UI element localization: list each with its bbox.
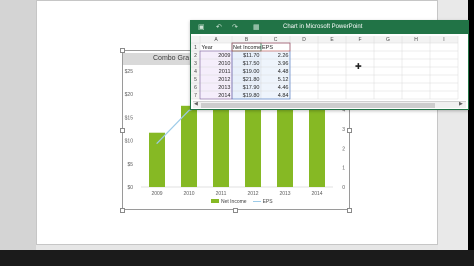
spreadsheet-grid[interactable]: A B C D E F G H I1 Year Net Income EPS2 2009 $11.70 2.…	[191, 36, 468, 101]
cell-A2[interactable]: 2009	[218, 53, 230, 59]
cell-C2[interactable]: 2.26	[278, 53, 289, 59]
legend-entry-net-income: Net Income	[211, 199, 247, 205]
cell-A3[interactable]: 2010	[218, 61, 230, 67]
x-axis-tick-label: 2014	[311, 191, 322, 197]
column-header-F[interactable]: F	[358, 37, 361, 43]
x-axis-tick-label: 2012	[247, 191, 258, 197]
cell-B5[interactable]: $21.80	[243, 77, 260, 83]
x-axis-tick-label: 2009	[151, 191, 162, 197]
cell-C4[interactable]: 4.48	[278, 69, 289, 75]
scroll-left-arrow-icon[interactable]: ◀	[194, 101, 198, 107]
row-header-6[interactable]: 6	[194, 85, 197, 91]
resize-handle-bl[interactable]	[120, 208, 125, 213]
y-axis-tick-label: $25	[125, 69, 134, 75]
y2-axis-tick-label: 3	[342, 127, 345, 133]
cell-C5[interactable]: 5.12	[278, 77, 289, 83]
y2-axis-tick-label: 1	[342, 166, 345, 172]
legend-line-label: EPS	[262, 199, 273, 205]
y-axis-tick-label: $5	[127, 162, 133, 168]
edit-data-in-excel-icon[interactable]: ▦	[253, 21, 260, 34]
row-header-2[interactable]: 2	[194, 53, 197, 59]
cell-C7[interactable]: 4.84	[278, 93, 289, 99]
save-icon[interactable]: ▣	[198, 21, 205, 34]
bar-net-income-2013[interactable]	[277, 103, 293, 187]
y-axis-tick-label: $20	[125, 92, 134, 98]
column-header-bar	[191, 36, 458, 43]
cell-A1[interactable]: Year	[202, 45, 213, 51]
column-header-I[interactable]: I	[443, 37, 444, 43]
resize-handle-br[interactable]	[347, 208, 352, 213]
cell-cursor-icon: ✚	[355, 62, 362, 71]
cell-B7[interactable]: $19.80	[243, 93, 260, 99]
cell-C1[interactable]: EPS	[262, 45, 273, 51]
cell-B4[interactable]: $19.00	[243, 69, 260, 75]
status-bar	[0, 250, 474, 266]
y-axis-tick-label: $15	[125, 115, 134, 121]
row-header-1[interactable]: 1	[194, 45, 197, 51]
cell-C6[interactable]: 4.46	[278, 85, 289, 91]
undo-icon[interactable]: ↶	[216, 21, 222, 34]
y-axis-tick-label: $10	[125, 139, 134, 145]
cell-A4[interactable]: 2011	[219, 69, 231, 75]
bar-net-income-2009[interactable]	[149, 132, 165, 187]
cell-B2[interactable]: $11.70	[243, 53, 259, 59]
x-axis-tick-label: 2010	[183, 191, 194, 197]
row-header-7[interactable]: 7	[194, 93, 197, 99]
redo-icon[interactable]: ↷	[232, 21, 238, 34]
horizontal-scrollbar[interactable]: ◀ ▶	[193, 101, 466, 108]
cell-A5[interactable]: 2012	[218, 77, 230, 83]
resize-handle-mr[interactable]	[347, 128, 352, 133]
column-header-H[interactable]: H	[414, 37, 418, 43]
y2-axis-tick-label: 2	[342, 146, 345, 152]
cell-B3[interactable]: $17.50	[243, 61, 260, 67]
column-header-C[interactable]: C	[274, 37, 278, 43]
cell-A7[interactable]: 2014	[218, 93, 230, 99]
cell-B6[interactable]: $17.90	[243, 85, 260, 91]
point-eps-2010[interactable]	[188, 109, 190, 112]
x-axis-tick-label: 2013	[279, 191, 290, 197]
bar-net-income-2011[interactable]	[213, 98, 229, 187]
cell-B1[interactable]: Net Income	[233, 45, 261, 51]
point-eps-2009[interactable]	[156, 142, 158, 144]
row-header-5[interactable]: 5	[194, 77, 197, 83]
y-axis-tick-label: $0	[127, 185, 133, 191]
legend-line-swatch	[252, 201, 261, 203]
legend-bar-swatch	[211, 199, 219, 203]
legend-entry-eps: EPS	[252, 199, 273, 205]
excel-chart-data-window[interactable]: ▣ ↶ ↷ ▦ Chart in Microsoft PowerPoint AB…	[190, 20, 469, 110]
cell-A6[interactable]: 2013	[218, 85, 230, 91]
excel-window-title: Chart in Microsoft PowerPoint	[283, 24, 363, 30]
column-header-D[interactable]: D	[302, 37, 306, 43]
resize-handle-bm[interactable]	[233, 208, 238, 213]
scroll-right-arrow-icon[interactable]: ▶	[459, 101, 463, 107]
excel-titlebar[interactable]: ▣ ↶ ↷ ▦ Chart in Microsoft PowerPoint	[191, 21, 468, 34]
chart-legend[interactable]: Net Income EPS	[211, 199, 273, 205]
row-header-4[interactable]: 4	[194, 69, 197, 75]
y2-axis-tick-label: 0	[342, 185, 345, 191]
cell-C3[interactable]: 3.96	[278, 61, 289, 67]
bar-net-income-2010[interactable]	[181, 105, 197, 187]
slide-thumbnail-strip	[0, 0, 36, 266]
scrollbar-thumb[interactable]	[201, 103, 435, 108]
x-axis-tick-label: 2011	[216, 191, 227, 197]
legend-bar-label: Net Income	[221, 199, 247, 205]
resize-handle-tl[interactable]	[120, 48, 125, 53]
column-header-G[interactable]: G	[386, 37, 390, 43]
resize-handle-ml[interactable]	[120, 128, 125, 133]
row-header-3[interactable]: 3	[194, 61, 197, 67]
